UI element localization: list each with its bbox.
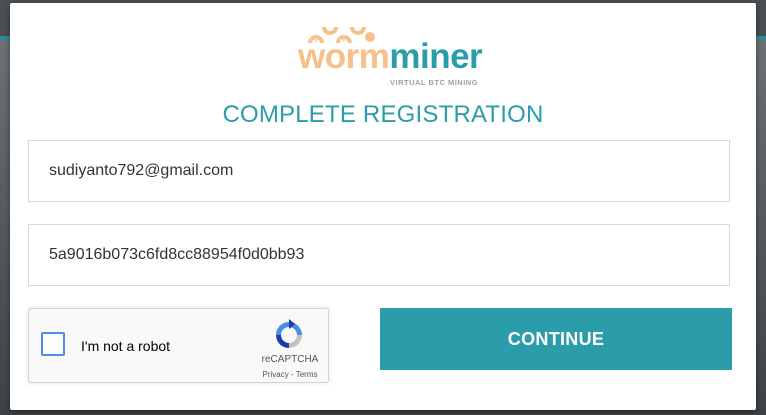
logo-wordmark: wormminer xyxy=(298,37,483,77)
logo-word-miner: miner xyxy=(389,37,483,76)
link-separator: - xyxy=(288,370,296,379)
wormminer-logo: wormminer VIRTUAL BTC MINING xyxy=(298,25,483,87)
registration-modal: wormminer VIRTUAL BTC MINING COMPLETE RE… xyxy=(10,3,756,410)
email-field[interactable] xyxy=(28,140,730,202)
recaptcha-links: Privacy - Terms xyxy=(255,370,325,379)
recaptcha-label: I'm not a robot xyxy=(81,338,171,354)
terms-link[interactable]: Terms xyxy=(296,370,318,379)
recaptcha-widget: I'm not a robot reCAPTCHA Privacy - Term… xyxy=(28,308,329,383)
continue-button[interactable]: CONTINUE xyxy=(380,308,732,370)
recaptcha-checkbox[interactable] xyxy=(41,332,65,356)
page-title: COMPLETE REGISTRATION xyxy=(222,101,544,128)
recaptcha-brand: reCAPTCHA xyxy=(261,354,319,365)
privacy-link[interactable]: Privacy xyxy=(263,370,289,379)
logo-tagline: VIRTUAL BTC MINING xyxy=(390,78,479,87)
logo-word-worm: worm xyxy=(298,37,390,76)
key-field[interactable] xyxy=(28,224,730,286)
recaptcha-icon xyxy=(276,319,302,348)
